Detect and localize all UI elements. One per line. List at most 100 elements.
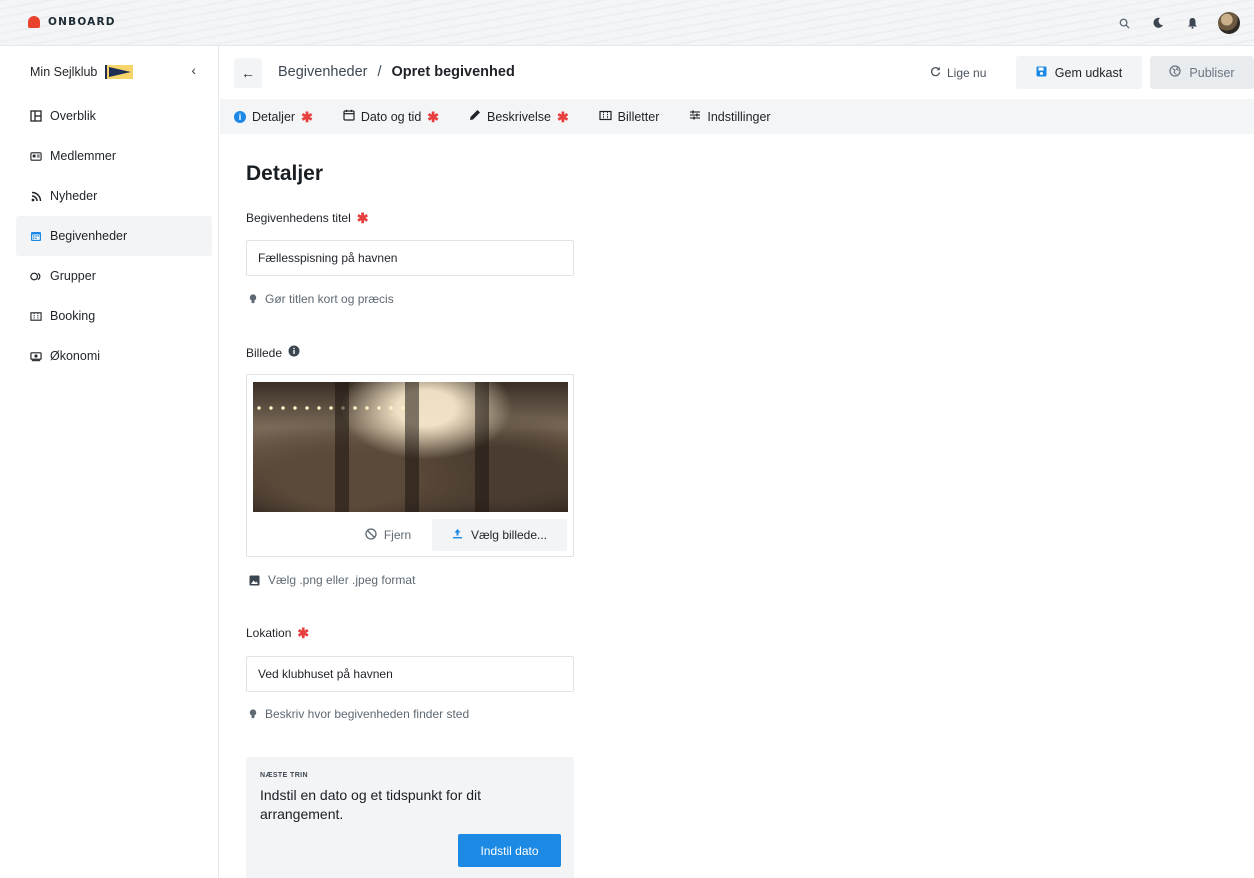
required-marker: ✱ — [356, 210, 369, 226]
layout-icon — [30, 110, 42, 122]
lightbulb-icon — [249, 294, 257, 304]
image-label-text: Billede — [246, 345, 283, 360]
location-label: Lokation ✱ — [246, 626, 309, 640]
club-name: Min Sejlklub — [30, 65, 98, 79]
tab-label: Detaljer — [252, 109, 296, 124]
tab-label: Beskrivelse — [487, 109, 551, 124]
sidebar-item-begivenheder[interactable]: Begivenheder — [16, 216, 212, 256]
brand-logo-icon — [28, 16, 40, 28]
tab-indstillinger[interactable]: Indstillinger — [689, 109, 771, 124]
required-marker: ✱ — [556, 108, 569, 125]
groups-icon — [30, 270, 42, 282]
publish-button[interactable]: Publiser — [1150, 56, 1254, 89]
flag-icon — [105, 65, 134, 79]
title-label-text: Begivenhedens titel — [246, 211, 351, 225]
avatar[interactable] — [1218, 12, 1240, 34]
image-label: Billede — [246, 345, 300, 360]
tab-label: Dato og tid — [360, 109, 422, 124]
sidebar-item-grupper[interactable]: Grupper — [16, 256, 212, 296]
remove-image-button[interactable]: Fjern — [351, 519, 425, 551]
sidebar-item-label: Grupper — [50, 269, 96, 283]
top-icons — [1116, 12, 1240, 34]
tab-beskrivelse[interactable]: Beskrivelse ✱ — [469, 109, 569, 124]
search-icon[interactable] — [1116, 15, 1132, 31]
required-marker: ✱ — [427, 108, 440, 125]
sidebar-nav: Overblik Medlemmer Nyheder Begivenheder … — [16, 96, 212, 376]
save-status[interactable]: Lige nu — [930, 66, 986, 80]
sidebar: Min Sejlklub ‹ Overblik Medlemmer Nyhede… — [0, 46, 219, 878]
image-icon — [249, 575, 260, 585]
club-switcher[interactable]: Min Sejlklub — [30, 65, 134, 79]
location-input[interactable]: Ved klubhuset på havnen — [246, 656, 574, 692]
set-date-button[interactable]: Indstil dato — [458, 834, 561, 867]
choose-image-label: Vælg billede... — [470, 528, 548, 542]
calendar-icon — [30, 230, 42, 242]
sidebar-item-overblik[interactable]: Overblik — [16, 96, 212, 136]
location-hint: Beskriv hvor begivenheden finder sted — [249, 707, 469, 721]
lightbulb-icon — [249, 709, 257, 719]
collapse-sidebar-button[interactable]: ‹ — [191, 62, 196, 78]
image-hint-text: Vælg .png eller .jpeg format — [268, 573, 416, 587]
pencil-icon — [469, 109, 481, 124]
tab-label: Indstillinger — [707, 109, 771, 124]
tab-label: Billetter — [617, 109, 660, 124]
required-marker: ✱ — [301, 108, 313, 125]
publish-label: Publiser — [1189, 65, 1235, 80]
ticket-icon — [30, 310, 42, 322]
sidebar-item-label: Booking — [50, 309, 96, 323]
title-input[interactable]: Fællesspisning på havnen — [246, 240, 574, 276]
choose-image-button[interactable]: Vælg billede... — [432, 519, 567, 551]
image-card: Fjern Vælg billede... — [246, 374, 574, 557]
tab-dato-og-tid[interactable]: Dato og tid ✱ — [343, 109, 439, 124]
tabs: i Detaljer ✱ Dato og tid ✱ Beskrivelse ✱… — [234, 99, 771, 134]
barn-beam — [335, 382, 349, 512]
bell-icon[interactable] — [1184, 15, 1200, 31]
breadcrumb: Begivenheder / Opret begivenhed — [278, 64, 515, 80]
sidebar-item-label: Overblik — [50, 109, 96, 123]
string-lights — [253, 404, 413, 412]
next-step-title: Indstil en dato og et tidspunkt for dit … — [260, 787, 482, 822]
tab-detaljer[interactable]: i Detaljer ✱ — [234, 110, 313, 124]
id-card-icon — [30, 150, 42, 162]
moon-icon[interactable] — [1150, 15, 1166, 31]
barn-beam — [405, 382, 419, 512]
event-photo — [253, 382, 568, 512]
rss-icon — [30, 190, 42, 202]
required-marker: ✱ — [297, 625, 310, 641]
info-icon: i — [234, 110, 246, 123]
next-step-card: NÆSTE TRIN Indstil en dato og et tidspun… — [246, 757, 574, 878]
page-title: Opret begivenhed — [391, 64, 515, 80]
sidebar-item-booking[interactable]: Booking — [16, 296, 212, 336]
tab-billetter[interactable]: Billetter — [599, 109, 660, 124]
sidebar-item-label: Medlemmer — [50, 149, 116, 163]
next-step-eyebrow: NÆSTE TRIN — [260, 772, 308, 779]
image-hint: Vælg .png eller .jpeg format — [249, 573, 415, 587]
breadcrumb-parent[interactable]: Begivenheder — [278, 64, 368, 80]
title-hint: Gør titlen kort og præcis — [249, 292, 394, 306]
money-icon — [30, 350, 42, 362]
sidebar-item-label: Nyheder — [50, 189, 98, 203]
brand[interactable]: ONBOARD — [28, 16, 116, 28]
sidebar-item-nyheder[interactable]: Nyheder — [16, 176, 212, 216]
upload-icon — [452, 528, 463, 542]
sliders-icon — [689, 109, 701, 124]
back-button[interactable]: ← — [234, 58, 262, 88]
title-label: Begivenhedens titel ✱ — [246, 211, 368, 225]
tab-bar: i Detaljer ✱ Dato og tid ✱ Beskrivelse ✱… — [220, 99, 1254, 134]
save-draft-button[interactable]: Gem udkast — [1016, 56, 1142, 89]
floppy-icon — [1036, 66, 1047, 80]
calendar-icon — [343, 109, 355, 124]
save-status-text: Lige nu — [947, 66, 987, 80]
sidebar-item-okonomi[interactable]: Økonomi — [16, 336, 212, 376]
sidebar-item-label: Begivenheder — [50, 229, 128, 243]
breadcrumb-separator: / — [377, 64, 382, 80]
sidebar-item-medlemmer[interactable]: Medlemmer — [16, 136, 212, 176]
barn-beam — [475, 382, 489, 512]
save-draft-label: Gem udkast — [1054, 65, 1123, 80]
page-header: ← Begivenheder / Opret begivenhed Lige n… — [220, 46, 1254, 99]
top-bar: ONBOARD — [0, 0, 1254, 46]
location-hint-text: Beskriv hvor begivenheden finder sted — [265, 707, 470, 721]
info-icon[interactable] — [288, 345, 300, 360]
refresh-icon — [930, 66, 941, 80]
location-label-text: Lokation — [246, 626, 292, 640]
